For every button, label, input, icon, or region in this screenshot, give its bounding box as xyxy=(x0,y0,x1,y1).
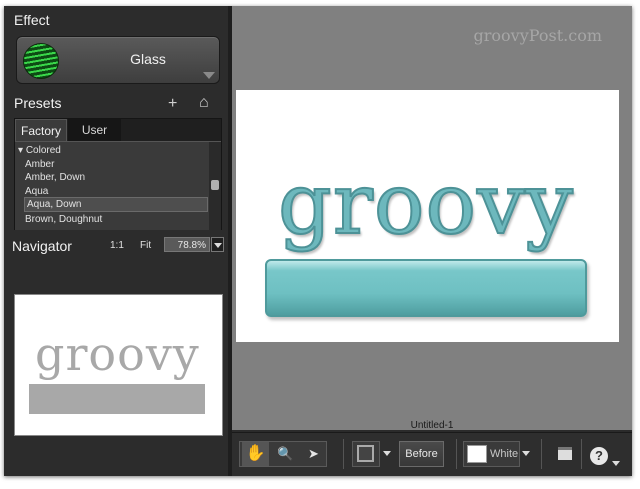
toolbar-divider xyxy=(343,439,344,469)
preset-list: ▾ Colored Amber Amber, Down Aqua Aqua, D… xyxy=(15,141,221,230)
zoom-dropdown-button[interactable] xyxy=(211,237,224,252)
left-panel: Effect Glass Presets + ⌂ Factory User ▾ … xyxy=(4,6,228,476)
toolbar-divider xyxy=(581,439,582,469)
watermark: groovyPost.com xyxy=(473,26,602,45)
background-color-label: White xyxy=(490,448,519,460)
presets-title: Presets xyxy=(14,95,62,111)
list-item-selected[interactable]: Aqua, Down xyxy=(24,197,208,212)
navigator-preview-text: groovy xyxy=(35,327,200,381)
background-color-select[interactable]: White xyxy=(463,441,520,467)
before-button[interactable]: Before xyxy=(399,441,444,467)
view-mode-button[interactable] xyxy=(352,441,380,467)
navigator-header: Navigator 1:1 Fit 78.8% xyxy=(4,233,228,257)
list-item[interactable]: Aqua xyxy=(25,185,48,198)
glass-bar xyxy=(265,259,587,317)
tool-group: ✋ 🔍 ➤ xyxy=(239,441,327,467)
glass-effect-icon xyxy=(23,43,59,79)
scrollbar-thumb[interactable] xyxy=(211,180,219,190)
app-window: Effect Glass Presets + ⌂ Factory User ▾ … xyxy=(4,6,632,476)
zoom-tool-icon[interactable]: 🔍 xyxy=(272,442,299,466)
navigator-preview-bar xyxy=(29,384,205,414)
panel-layout-icon[interactable] xyxy=(552,443,579,467)
zoom-fit-button[interactable]: Fit xyxy=(140,240,151,251)
home-icon[interactable]: ⌂ xyxy=(199,95,209,111)
effect-selector[interactable]: Glass xyxy=(16,36,220,84)
tab-factory[interactable]: Factory xyxy=(15,119,67,142)
canvas-area[interactable]: groovyPost.com groovy xyxy=(232,6,632,430)
document-canvas[interactable]: groovy xyxy=(236,90,619,342)
preset-group-colored[interactable]: ▾ Colored xyxy=(18,144,61,157)
help-icon[interactable]: ? xyxy=(590,447,608,465)
help-dropdown-icon[interactable] xyxy=(612,461,620,466)
white-swatch-icon xyxy=(467,445,487,463)
effect-title: Effect xyxy=(14,12,50,28)
presets-panel: Factory User ▾ Colored Amber Amber, Down… xyxy=(14,118,222,230)
glass-text: groovy xyxy=(277,155,574,253)
zoom-1-1-button[interactable]: 1:1 xyxy=(110,240,124,251)
expand-triangle-icon: ▾ xyxy=(18,145,26,156)
hand-tool-icon[interactable]: ✋ xyxy=(242,442,269,466)
dropdown-arrow-icon xyxy=(203,72,215,79)
document-name: Untitled-1 xyxy=(410,420,454,431)
list-item[interactable]: Amber xyxy=(25,158,54,171)
tab-user[interactable]: User xyxy=(68,119,121,141)
navigator-preview[interactable]: groovy xyxy=(14,294,223,436)
add-preset-icon[interactable]: + xyxy=(168,96,177,112)
zoom-level-input[interactable]: 78.8% xyxy=(164,237,210,252)
toolbar-divider xyxy=(456,439,457,469)
effect-name: Glass xyxy=(130,51,166,67)
view-mode-icon xyxy=(357,445,374,462)
list-item[interactable]: Amber, Down xyxy=(25,171,85,184)
navigator-title: Navigator xyxy=(12,238,72,254)
view-mode-dropdown[interactable] xyxy=(381,441,393,467)
select-tool-icon[interactable]: ➤ xyxy=(300,442,327,466)
list-item[interactable]: Brown, Doughnut xyxy=(25,213,102,226)
background-color-dropdown[interactable] xyxy=(520,441,532,467)
preset-scrollbar[interactable] xyxy=(209,142,221,230)
bottom-toolbar: ✋ 🔍 ➤ Before White ? xyxy=(232,432,632,476)
toolbar-divider xyxy=(541,439,542,469)
